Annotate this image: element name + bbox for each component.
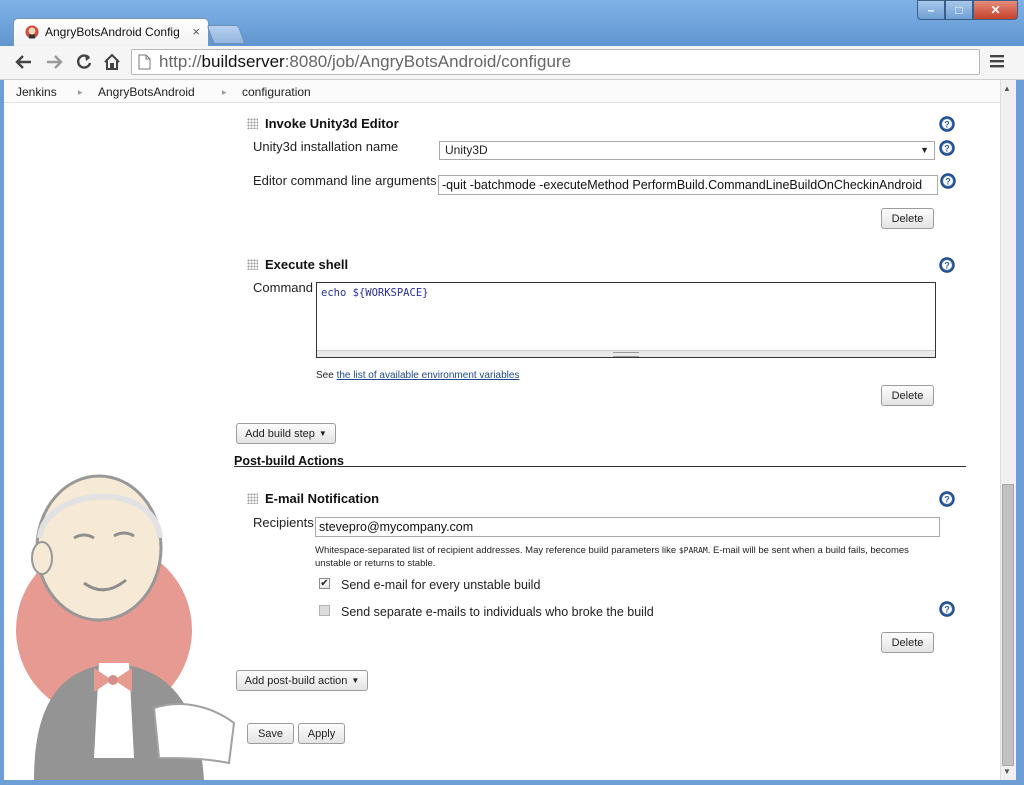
page-icon xyxy=(138,54,151,70)
description-param: $PARAM xyxy=(678,546,708,555)
checkmark-icon: ✔ xyxy=(320,578,329,589)
drag-handle-icon[interactable] xyxy=(247,118,258,129)
command-label: Command xyxy=(253,280,313,295)
reload-icon xyxy=(77,54,92,69)
unity-installation-value: Unity3D xyxy=(445,143,488,157)
recipients-input[interactable]: stevepro@mycompany.com xyxy=(315,517,940,537)
command-textarea[interactable]: echo ${WORKSPACE} xyxy=(316,282,936,358)
forward-arrow-icon xyxy=(47,55,63,69)
breadcrumb-configuration[interactable]: configuration xyxy=(242,85,311,99)
scroll-down-icon[interactable]: ▼ xyxy=(1003,767,1011,776)
dropdown-caret-icon: ▼ xyxy=(318,429,327,438)
unity-installation-select[interactable]: Unity3D ▼ xyxy=(439,141,935,160)
email-step-title: E-mail Notification xyxy=(265,491,380,506)
help-icon[interactable]: ? xyxy=(939,140,955,156)
svg-text:?: ? xyxy=(944,495,950,505)
jenkins-configure-page: Jenkins ▸ AngryBotsAndroid ▸ configurati… xyxy=(4,80,1000,780)
help-icon[interactable]: ? xyxy=(939,116,955,132)
unity-step-title: Invoke Unity3d Editor xyxy=(265,116,399,131)
jenkins-favicon-icon xyxy=(25,25,39,39)
url-text: http://buildserver:8080/job/AngryBotsAnd… xyxy=(159,52,572,71)
shell-step-title: Execute shell xyxy=(265,257,349,272)
unstable-build-checkbox[interactable]: ✔ xyxy=(319,578,330,589)
scroll-up-icon[interactable]: ▲ xyxy=(1003,84,1011,93)
save-button[interactable]: Save xyxy=(247,723,294,744)
individuals-label: Send separate e-mails to individuals who… xyxy=(341,605,654,619)
breadcrumb-separator-icon: ▸ xyxy=(222,87,227,97)
delete-email-step-button[interactable]: Delete xyxy=(881,632,934,653)
vertical-scrollbar[interactable]: ▲ ▼ xyxy=(1000,80,1016,780)
env-vars-hint: See the list of available environment va… xyxy=(316,370,519,381)
close-window-button[interactable]: ✕ xyxy=(973,0,1018,20)
textarea-resize-handle[interactable] xyxy=(317,350,935,357)
window-titlebar: AngryBotsAndroid Config × – □ ✕ xyxy=(0,0,1024,48)
section-divider xyxy=(234,466,966,467)
delete-shell-step-button[interactable]: Delete xyxy=(881,385,934,406)
see-text: See xyxy=(316,370,334,381)
reload-button[interactable] xyxy=(72,51,96,73)
drag-handle-icon[interactable] xyxy=(247,493,258,504)
individuals-checkbox[interactable] xyxy=(319,605,330,616)
window-right-border xyxy=(1016,80,1024,785)
add-build-step-button[interactable]: Add build step ▼ xyxy=(236,423,336,444)
browser-toolbar: http://buildserver:8080/job/AngryBotsAnd… xyxy=(0,46,1024,80)
dropdown-arrow-icon: ▼ xyxy=(920,145,929,155)
jenkins-butler-illustration xyxy=(16,474,236,780)
svg-text:?: ? xyxy=(944,144,950,154)
breadcrumb-separator-icon: ▸ xyxy=(78,87,83,97)
editor-args-input[interactable]: -quit -batchmode -executeMethod PerformB… xyxy=(438,175,938,195)
back-button[interactable] xyxy=(12,51,36,73)
help-icon[interactable]: ? xyxy=(940,173,956,189)
resize-grip-icon xyxy=(613,352,639,357)
unity-installation-label: Unity3d installation name xyxy=(253,139,399,154)
forward-button[interactable] xyxy=(42,51,66,73)
scrollbar-thumb[interactable] xyxy=(1002,484,1014,766)
command-text: echo ${WORKSPACE} xyxy=(321,287,429,299)
breadcrumb-job[interactable]: AngryBotsAndroid xyxy=(98,85,195,99)
recipients-label: Recipients xyxy=(253,515,314,530)
apply-button[interactable]: Apply xyxy=(298,723,345,744)
drag-handle-icon[interactable] xyxy=(247,259,258,270)
new-tab-button[interactable] xyxy=(206,25,246,44)
minimize-button[interactable]: – xyxy=(917,0,945,20)
breadcrumb: Jenkins ▸ AngryBotsAndroid ▸ configurati… xyxy=(4,80,1000,103)
help-icon[interactable]: ? xyxy=(939,601,955,617)
tab-title: AngryBotsAndroid Config xyxy=(45,25,180,39)
help-icon[interactable]: ? xyxy=(939,257,955,273)
address-bar[interactable]: http://buildserver:8080/job/AngryBotsAnd… xyxy=(131,49,980,75)
tab-close-icon[interactable]: × xyxy=(192,24,200,39)
maximize-button[interactable]: □ xyxy=(945,0,973,20)
unstable-build-label: Send e-mail for every unstable build xyxy=(341,578,541,592)
browser-tab[interactable]: AngryBotsAndroid Config × xyxy=(13,18,209,46)
window-bottom-border xyxy=(0,780,1024,785)
delete-unity-step-button[interactable]: Delete xyxy=(881,208,934,229)
svg-text:?: ? xyxy=(944,261,950,271)
help-icon[interactable]: ? xyxy=(939,491,955,507)
svg-text:?: ? xyxy=(945,177,951,187)
add-post-build-label: Add post-build action xyxy=(244,674,348,687)
env-vars-link[interactable]: the list of available environment variab… xyxy=(337,370,520,381)
add-post-build-action-button[interactable]: Add post-build action ▼ xyxy=(236,670,368,691)
svg-text:?: ? xyxy=(944,605,950,615)
breadcrumb-jenkins[interactable]: Jenkins xyxy=(16,85,57,99)
editor-args-label: Editor command line arguments xyxy=(253,173,437,188)
add-build-step-label: Add build step xyxy=(245,427,315,440)
dropdown-caret-icon: ▼ xyxy=(351,676,360,685)
menu-icon[interactable] xyxy=(989,53,1005,69)
svg-text:?: ? xyxy=(944,120,950,130)
back-arrow-icon xyxy=(15,55,31,69)
home-button[interactable] xyxy=(100,51,124,73)
recipients-description: Whitespace-separated list of recipient a… xyxy=(315,544,925,570)
description-text-1: Whitespace-separated list of recipient a… xyxy=(315,545,677,556)
home-icon xyxy=(104,53,120,70)
